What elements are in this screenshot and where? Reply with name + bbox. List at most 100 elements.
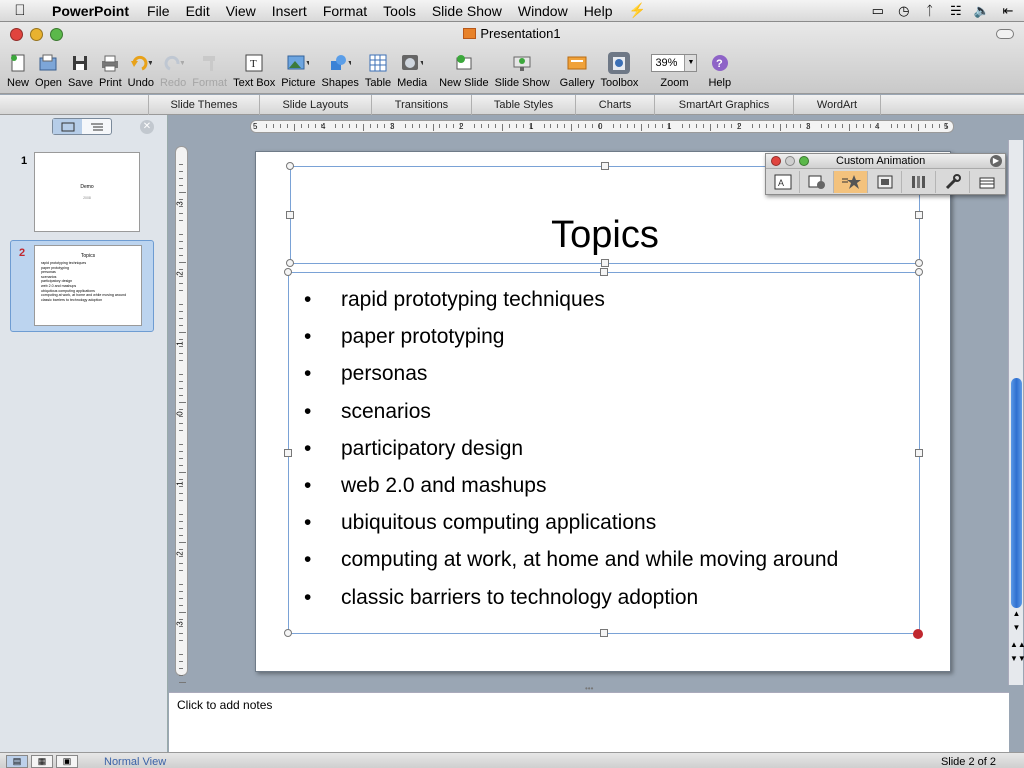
- scrapbook-icon[interactable]: [902, 171, 936, 193]
- new-slide-button[interactable]: New Slide: [436, 48, 492, 92]
- ruler-tick: [668, 124, 670, 128]
- zoom-control[interactable]: 39% ▼ Zoom: [647, 48, 701, 92]
- scrollbar-thumb[interactable]: [1011, 378, 1022, 608]
- resize-handle[interactable]: [915, 259, 923, 267]
- previous-slide-icon[interactable]: ▲▲: [1010, 640, 1024, 649]
- undo-button[interactable]: ▼ Undo: [125, 48, 157, 92]
- palette-close-button[interactable]: [771, 156, 781, 166]
- menu-tools[interactable]: Tools: [375, 3, 424, 19]
- battery-icon[interactable]: ▭: [870, 3, 886, 19]
- resize-handle[interactable]: [600, 629, 608, 637]
- horizontal-ruler[interactable]: 5 4 3 2 1 0 1 2 3 4 5: [250, 120, 954, 133]
- bluetooth-icon[interactable]: ᛏ: [922, 3, 938, 18]
- ruler-tick: [633, 124, 635, 128]
- print-button[interactable]: Print: [96, 48, 125, 92]
- rotate-handle[interactable]: [913, 629, 923, 639]
- resize-handle[interactable]: [600, 268, 608, 276]
- compatibility-icon[interactable]: [970, 171, 1004, 193]
- input-menu-icon[interactable]: ⇤: [1000, 3, 1016, 19]
- resize-handle[interactable]: [915, 449, 923, 457]
- table-button[interactable]: Table: [362, 48, 394, 92]
- tab-table-styles[interactable]: Table Styles: [471, 95, 576, 115]
- menu-help[interactable]: Help: [576, 3, 621, 19]
- reference-tools-icon[interactable]: [936, 171, 970, 193]
- picture-button[interactable]: ▼ Picture: [278, 48, 318, 92]
- resize-handle[interactable]: [284, 449, 292, 457]
- palette-minimize-button[interactable]: [785, 156, 795, 166]
- slide-thumbnail-2-selection[interactable]: 2 Topics rapid prototyping techniques pa…: [10, 240, 154, 332]
- next-slide-icon[interactable]: ▼▼: [1010, 654, 1024, 663]
- bullet-item: • personas: [304, 362, 428, 386]
- save-button[interactable]: Save: [65, 48, 96, 92]
- slide-show-view-button[interactable]: ▣: [56, 755, 78, 768]
- palette-options-icon[interactable]: ▶: [990, 155, 1002, 167]
- object-palette-icon[interactable]: [800, 171, 834, 193]
- new-button[interactable]: New: [4, 48, 32, 92]
- resize-handle[interactable]: [601, 162, 609, 170]
- slide-thumbnail-1[interactable]: Demo 2008: [34, 152, 140, 232]
- resize-handle[interactable]: [284, 629, 292, 637]
- menu-format[interactable]: Format: [315, 3, 375, 19]
- resize-handle[interactable]: [284, 268, 292, 276]
- resize-handle[interactable]: [915, 268, 923, 276]
- slide-show-button[interactable]: Slide Show: [492, 48, 553, 92]
- time-machine-icon[interactable]: ◷: [896, 3, 912, 19]
- menu-file[interactable]: File: [139, 3, 178, 19]
- slides-view-button[interactable]: [53, 119, 82, 134]
- menu-window[interactable]: Window: [510, 3, 576, 19]
- vertical-ruler[interactable]: 3 2 1 0 1 2 3: [175, 146, 188, 683]
- menu-app-name[interactable]: PowerPoint: [40, 3, 139, 19]
- toolbox-button[interactable]: Toolbox: [598, 48, 642, 92]
- tab-transitions[interactable]: Transitions: [371, 95, 472, 115]
- redo-button[interactable]: ▼ Redo: [157, 48, 189, 92]
- tab-wordart[interactable]: WordArt: [793, 95, 881, 115]
- notes-placeholder[interactable]: Click to add notes: [177, 698, 272, 712]
- menu-slide-show[interactable]: Slide Show: [424, 3, 510, 19]
- resize-handle[interactable]: [286, 259, 294, 267]
- volume-icon[interactable]: 🔈: [974, 3, 990, 19]
- normal-view-button[interactable]: ▤: [6, 755, 28, 768]
- scroll-up-arrow-icon[interactable]: ▲: [1010, 609, 1023, 618]
- menu-edit[interactable]: Edit: [178, 3, 218, 19]
- slide-sorter-view-button[interactable]: ▦: [31, 755, 53, 768]
- zoom-select[interactable]: 39% ▼: [650, 52, 698, 74]
- ruler-tick: [848, 124, 850, 131]
- zoom-dropdown-icon[interactable]: ▼: [684, 55, 697, 71]
- formatting-palette-icon[interactable]: A: [766, 171, 800, 193]
- open-button[interactable]: Open: [32, 48, 65, 92]
- slide-thumbnail-2[interactable]: Topics rapid prototyping techniques pape…: [34, 245, 142, 326]
- slide-canvas[interactable]: Topics • rapid prototyping techniques • pa…: [255, 151, 951, 672]
- ruler-tick: [179, 255, 183, 256]
- palette-zoom-button[interactable]: [799, 156, 809, 166]
- bullet-item: • computing at work, at home and while mo…: [304, 548, 839, 572]
- resize-handle[interactable]: [601, 259, 609, 267]
- gallery-button[interactable]: Gallery: [557, 48, 598, 92]
- resize-handle[interactable]: [286, 162, 294, 170]
- object-browser-icon[interactable]: [868, 171, 902, 193]
- toolbar-toggle-button[interactable]: [996, 29, 1014, 39]
- menu-insert[interactable]: Insert: [264, 3, 315, 19]
- custom-animation-icon[interactable]: [834, 171, 868, 193]
- tab-slide-layouts[interactable]: Slide Layouts: [259, 95, 372, 115]
- menu-view[interactable]: View: [218, 3, 264, 19]
- media-button[interactable]: ▼ Media: [394, 48, 430, 92]
- notes-pane[interactable]: Click to add notes: [169, 692, 1009, 752]
- palette-title-bar[interactable]: Custom Animation ▶: [766, 154, 1005, 169]
- shapes-button[interactable]: ▼ Shapes: [319, 48, 362, 92]
- close-pane-icon[interactable]: ✕: [140, 120, 154, 134]
- format-painter-button[interactable]: Format: [189, 48, 230, 92]
- wifi-icon[interactable]: ☵: [948, 3, 964, 19]
- text-box-button[interactable]: T Text Box: [230, 48, 278, 92]
- tab-slide-themes[interactable]: Slide Themes: [148, 95, 260, 115]
- tab-charts[interactable]: Charts: [575, 95, 655, 115]
- help-button[interactable]: ? Help: [705, 48, 734, 92]
- script-menu-icon[interactable]: ⚡: [620, 2, 653, 19]
- vertical-scrollbar[interactable]: ▲ ▼ ▲▲ ▼▼: [1008, 140, 1024, 685]
- apple-menu-icon[interactable]: : [0, 2, 40, 19]
- ruler-tick: [179, 248, 183, 249]
- outline-view-button[interactable]: [82, 119, 111, 134]
- content-placeholder[interactable]: • rapid prototyping techniques • paper pro…: [284, 268, 923, 637]
- tab-smartart-graphics[interactable]: SmartArt Graphics: [654, 95, 794, 115]
- scroll-down-arrow-icon[interactable]: ▼: [1010, 623, 1023, 632]
- menu-extras: ▭ ◷ ᛏ ☵ 🔈 ⇤: [870, 3, 1024, 19]
